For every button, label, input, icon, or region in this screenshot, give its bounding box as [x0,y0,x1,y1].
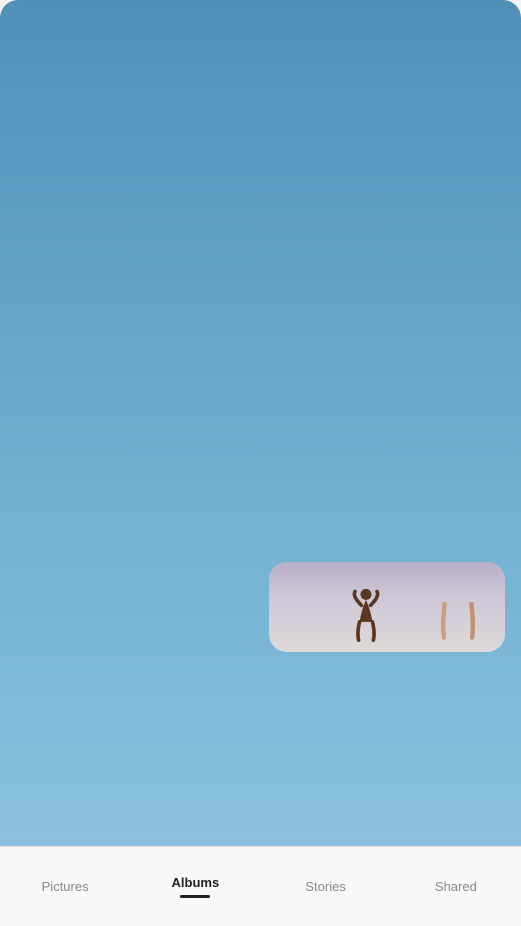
pictures-thumbnail [16,562,253,652]
nav-albums-label: Albums [172,875,220,890]
bottom-navigation: Pictures Albums Stories Shared [0,846,521,926]
nav-shared-label: Shared [435,879,477,894]
person-left-silhouette [351,587,381,642]
nav-stories-label: Stories [305,879,345,894]
nav-stories[interactable]: Stories [261,879,391,894]
nav-shared[interactable]: Shared [391,879,521,894]
album-people-partial[interactable] [269,562,506,652]
nav-pictures-label: Pictures [42,879,89,894]
nav-albums[interactable]: Albums [130,875,260,898]
nav-active-indicator [180,895,210,898]
person-right-hand2 [463,602,481,642]
nav-pictures[interactable]: Pictures [0,879,130,894]
album-pictures-partial[interactable] [16,562,253,652]
person-right-hand1 [435,602,453,642]
people-thumbnail [269,562,506,652]
albums-grid: Camera 6114 [0,260,521,652]
